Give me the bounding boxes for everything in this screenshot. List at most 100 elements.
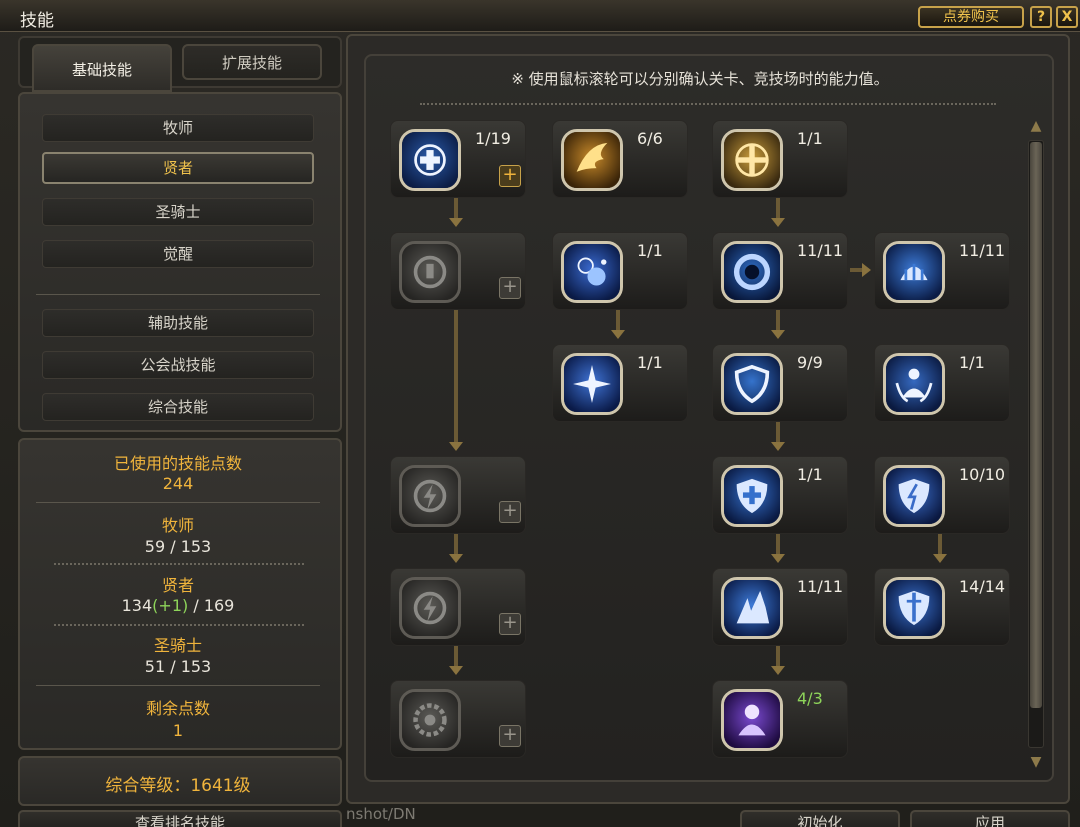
tab-extended-skills[interactable]: 扩展技能: [182, 44, 322, 80]
connector-arrow: [933, 554, 947, 563]
skill-node-wing: 6/6: [552, 120, 688, 198]
skill-node-locked-2: +: [390, 456, 526, 534]
dotted-divider: [54, 624, 304, 626]
connector: [776, 534, 780, 554]
locked-bolt-icon[interactable]: [399, 577, 461, 639]
connector-arrow: [771, 218, 785, 227]
connector-arrow: [771, 442, 785, 451]
skill-level: 1/1: [959, 353, 985, 372]
connector: [776, 198, 780, 218]
skill-level: 6/6: [637, 129, 663, 148]
used-points-value: 244: [162, 474, 194, 493]
stats-divider: [36, 502, 320, 503]
skill-node-holy-cross: 1/19 +: [390, 120, 526, 198]
connector: [776, 422, 780, 442]
skill-level: 1/1: [797, 465, 823, 484]
connector-arrow: [611, 330, 625, 339]
paladin-points-label: 圣骑士: [153, 636, 202, 655]
holy-shield-icon[interactable]: [721, 465, 783, 527]
skill-level: 11/11: [959, 241, 1006, 260]
close-button[interactable]: X: [1056, 6, 1078, 28]
category-guild-war-skills[interactable]: 公会战技能: [42, 351, 314, 379]
dotted-divider: [54, 563, 304, 565]
connector-arrow: [449, 554, 463, 563]
used-points-label: 已使用的技能点数: [113, 454, 242, 473]
skill-level: 1/19: [475, 129, 511, 148]
connector: [776, 310, 780, 330]
sword-shield-icon[interactable]: [883, 577, 945, 639]
skill-node-golden-cross: 1/1: [712, 120, 848, 198]
locked-gear-icon[interactable]: [399, 689, 461, 751]
connector-arrow: [771, 330, 785, 339]
golden-cross-icon[interactable]: [721, 129, 783, 191]
help-button[interactable]: ?: [1030, 6, 1052, 28]
wing-icon[interactable]: [561, 129, 623, 191]
skill-level: 1/1: [797, 129, 823, 148]
apply-button[interactable]: 应用: [910, 810, 1070, 827]
connector-arrow: [449, 218, 463, 227]
skill-node-shield-wall: 11/11: [874, 232, 1010, 310]
skill-level: 1/1: [637, 241, 663, 260]
skill-level: 11/11: [797, 241, 844, 260]
scroll-down-button[interactable]: ▼: [1026, 754, 1046, 770]
sage-points-value: 134(+1) / 169: [20, 596, 336, 615]
category-paladin[interactable]: 圣骑士: [42, 198, 314, 226]
skill-level-up-button[interactable]: +: [499, 613, 521, 635]
skill-level-up-button[interactable]: +: [499, 501, 521, 523]
buy-with-coupons-button[interactable]: 点券购买: [918, 6, 1024, 28]
skill-level-up-button[interactable]: +: [499, 277, 521, 299]
frost-orb-icon[interactable]: [561, 241, 623, 303]
skill-level: 9/9: [797, 353, 823, 372]
spirit-icon[interactable]: [721, 689, 783, 751]
category-general-skills[interactable]: 综合技能: [42, 393, 314, 421]
category-awakening[interactable]: 觉醒: [42, 240, 314, 268]
connector: [938, 534, 942, 554]
connector: [776, 646, 780, 666]
tab-basic-skills[interactable]: 基础技能: [32, 44, 172, 92]
sage-points-spent: 134: [121, 596, 153, 615]
category-sage[interactable]: 贤者: [42, 152, 314, 184]
stats-divider: [36, 685, 320, 686]
category-support-skills[interactable]: 辅助技能: [42, 309, 314, 337]
star-burst-icon[interactable]: [561, 353, 623, 415]
locked-skill-icon[interactable]: [399, 241, 461, 303]
ring-icon[interactable]: [721, 241, 783, 303]
priest-points-label: 牧师: [161, 516, 194, 535]
scrollbar-thumb[interactable]: [1030, 142, 1042, 708]
background-text: nshot/DN: [346, 805, 416, 823]
sage-points-label: 贤者: [161, 576, 194, 595]
connector-arrow: [771, 554, 785, 563]
reset-button[interactable]: 初始化: [740, 810, 900, 827]
hint-divider: [420, 103, 996, 105]
skill-node-locked-1: +: [390, 232, 526, 310]
skill-level: 14/14: [959, 577, 1006, 596]
skill-node-ice-burst: 11/11: [712, 568, 848, 646]
connector-arrow: [862, 263, 871, 277]
skill-node-ring: 11/11: [712, 232, 848, 310]
skill-level-up-button[interactable]: +: [499, 725, 521, 747]
shield-icon[interactable]: [721, 353, 783, 415]
remaining-points-label: 剩余点数: [145, 699, 210, 718]
connector: [454, 198, 458, 218]
connector: [454, 534, 458, 554]
skill-node-star-burst: 1/1: [552, 344, 688, 422]
view-ranking-skills-button[interactable]: 查看排名技能: [18, 810, 342, 827]
skill-node-frost-orb: 1/1: [552, 232, 688, 310]
lightning-shield-icon[interactable]: [883, 465, 945, 527]
scroll-up-button[interactable]: ▲: [1026, 118, 1046, 134]
skill-level-up-button[interactable]: +: [499, 165, 521, 187]
shield-wall-icon[interactable]: [883, 241, 945, 303]
category-priest[interactable]: 牧师: [42, 114, 314, 142]
total-level-text: 综合等级：1641级: [105, 776, 251, 796]
title-bar[interactable]: 技能 点券购买 ? X: [0, 0, 1080, 32]
connector: [454, 310, 458, 442]
locked-bolt-icon[interactable]: [399, 465, 461, 527]
skill-node-guardian: 1/1: [874, 344, 1010, 422]
guardian-icon[interactable]: [883, 353, 945, 415]
cross-icon[interactable]: [399, 129, 461, 191]
skill-level: 1/1: [637, 353, 663, 372]
connector-arrow: [771, 666, 785, 675]
ice-burst-icon[interactable]: [721, 577, 783, 639]
connector-arrow: [449, 442, 463, 451]
skill-node-sword-shield: 14/14: [874, 568, 1010, 646]
